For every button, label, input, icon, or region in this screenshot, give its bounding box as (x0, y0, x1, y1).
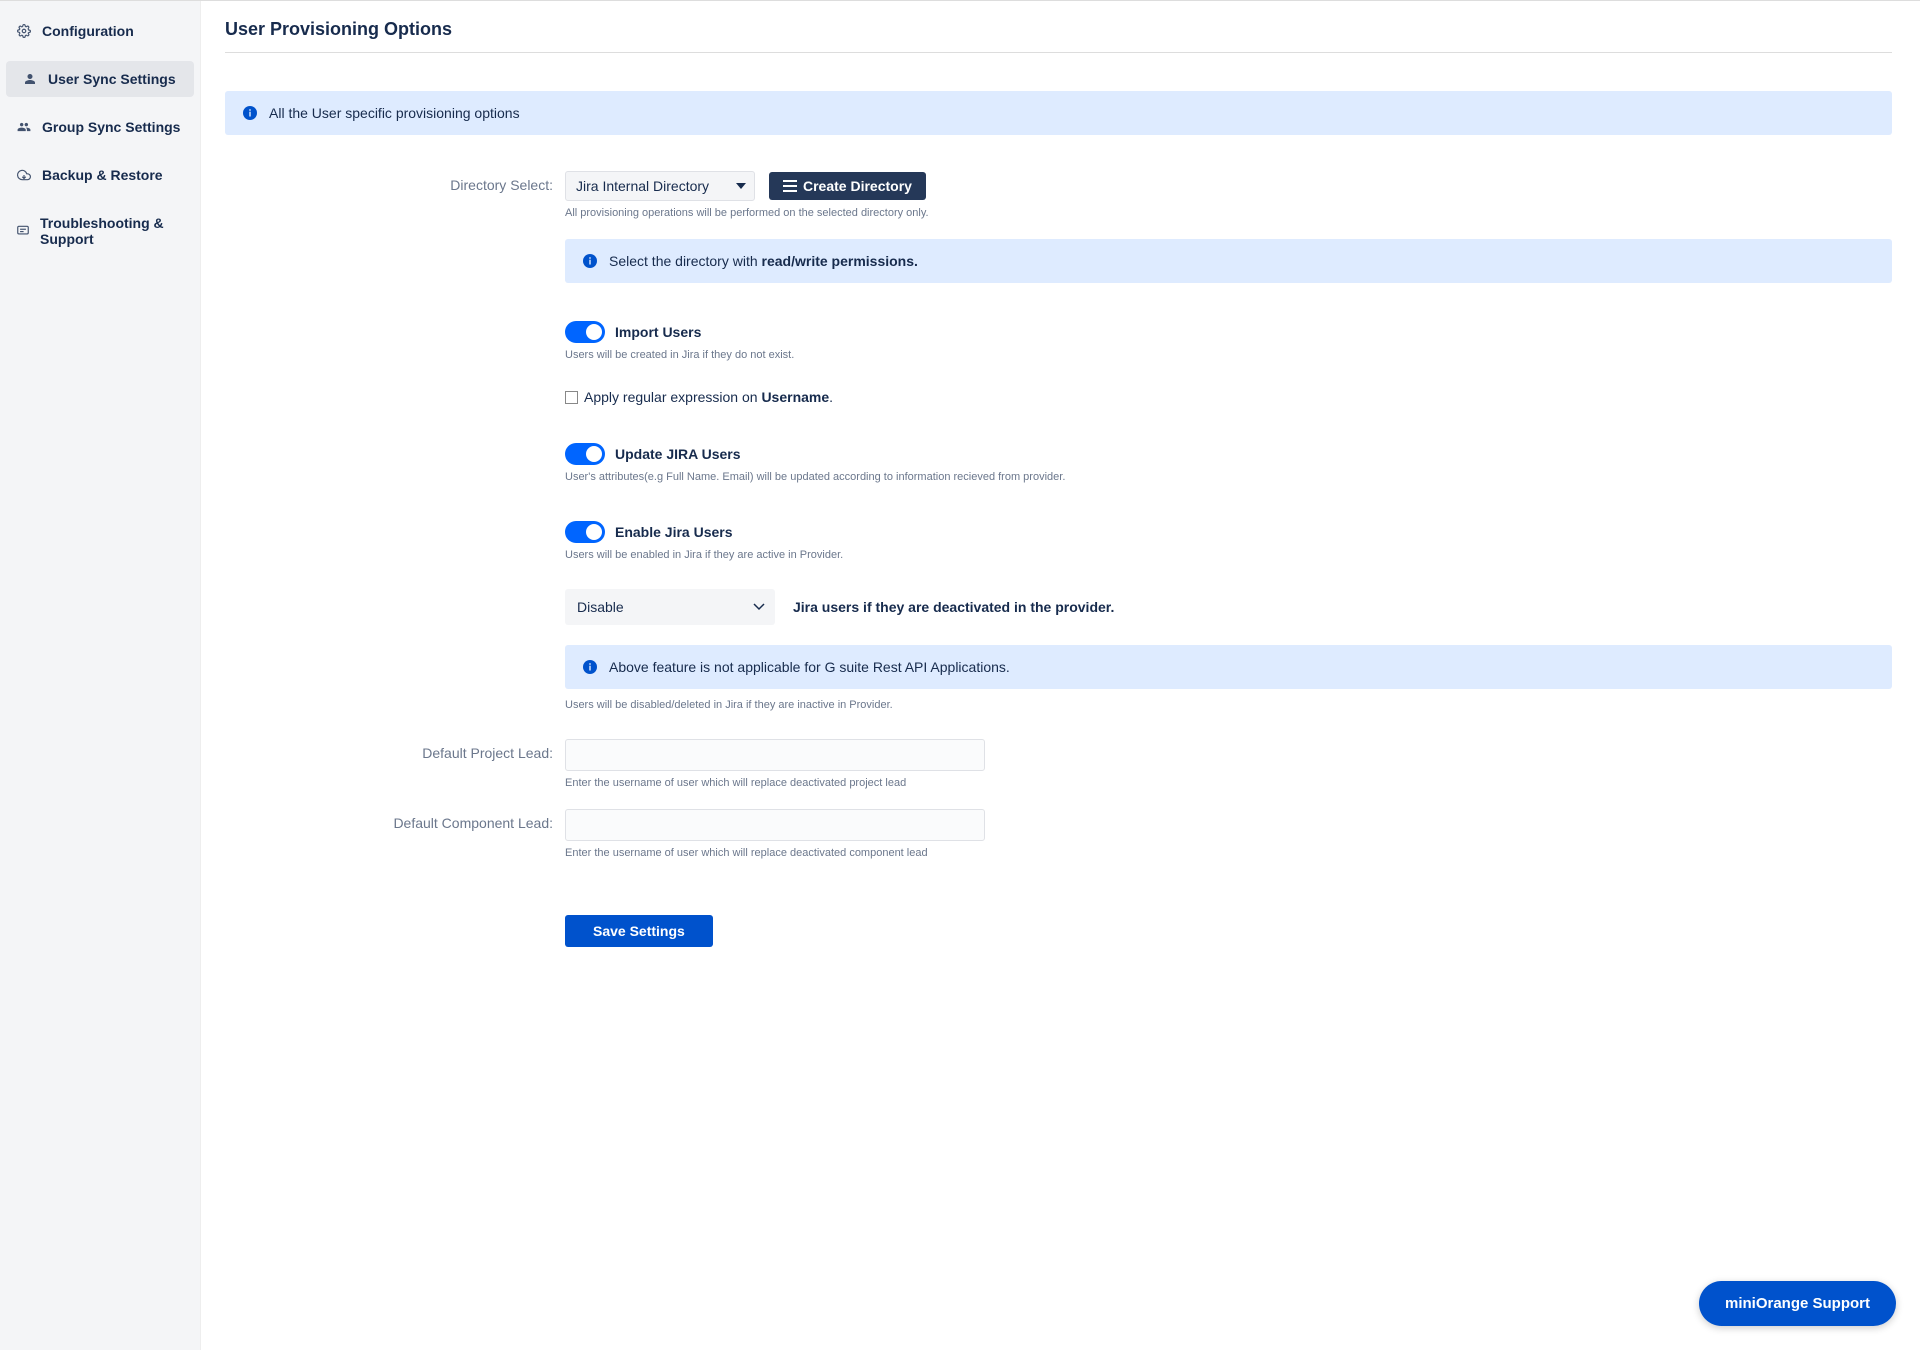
sidebar-item-label: Troubleshooting & Support (40, 215, 184, 247)
project-lead-helper: Enter the username of user which will re… (565, 777, 1892, 789)
deactivate-helper: Users will be disabled/deleted in Jira i… (565, 699, 1892, 711)
component-lead-helper: Enter the username of user which will re… (565, 847, 1892, 859)
sidebar-item-label: User Sync Settings (48, 71, 176, 87)
sidebar-item-user-sync[interactable]: User Sync Settings (6, 61, 194, 97)
info-banner-gsuite: Above feature is not applicable for G su… (565, 645, 1892, 689)
directory-helper: All provisioning operations will be perf… (565, 207, 1892, 219)
banner-text: Select the directory with read/write per… (609, 253, 918, 269)
project-lead-label: Default Project Lead: (225, 739, 565, 789)
update-users-label: Update JIRA Users (615, 446, 741, 462)
deactivate-action-select[interactable]: Disable (565, 589, 775, 625)
project-lead-input[interactable] (565, 739, 985, 771)
info-icon (583, 660, 597, 674)
info-icon (583, 254, 597, 268)
regex-label: Apply regular expression on Username. (584, 389, 833, 405)
deactivate-action-value: Disable (577, 599, 624, 615)
support-button[interactable]: miniOrange Support (1699, 1281, 1896, 1326)
sidebar-item-label: Backup & Restore (42, 167, 163, 183)
sidebar: Configuration User Sync Settings Group S… (0, 1, 200, 1350)
users-icon (16, 119, 32, 135)
sidebar-item-label: Group Sync Settings (42, 119, 180, 135)
banner-text: All the User specific provisioning optio… (269, 105, 520, 121)
regex-checkbox[interactable] (565, 391, 578, 404)
enable-users-toggle[interactable] (565, 521, 605, 543)
save-settings-button[interactable]: Save Settings (565, 915, 713, 947)
deactivate-text: Jira users if they are deactivated in th… (793, 599, 1114, 615)
enable-users-helper: Users will be enabled in Jira if they ar… (565, 549, 1892, 561)
info-banner-top: All the User specific provisioning optio… (225, 91, 1892, 135)
import-users-helper: Users will be created in Jira if they do… (565, 349, 1892, 361)
update-users-helper: User's attributes(e.g Full Name. Email) … (565, 471, 1892, 483)
gear-icon (16, 23, 32, 39)
component-lead-input[interactable] (565, 809, 985, 841)
sidebar-item-label: Configuration (42, 23, 134, 39)
create-directory-label: Create Directory (803, 178, 912, 194)
main-content: User Provisioning Options All the User s… (200, 1, 1920, 1350)
menu-icon (783, 180, 797, 192)
page-title: User Provisioning Options (225, 19, 1892, 53)
sidebar-item-configuration[interactable]: Configuration (0, 13, 200, 49)
enable-users-label: Enable Jira Users (615, 524, 733, 540)
update-users-toggle[interactable] (565, 443, 605, 465)
chevron-down-icon (736, 183, 746, 189)
user-icon (22, 71, 38, 87)
directory-select-label: Directory Select: (225, 171, 565, 283)
info-icon (243, 106, 257, 120)
import-users-toggle[interactable] (565, 321, 605, 343)
banner-text: Above feature is not applicable for G su… (609, 659, 1010, 675)
cloud-download-icon (16, 167, 32, 183)
component-lead-label: Default Component Lead: (225, 809, 565, 859)
chat-icon (16, 223, 30, 239)
directory-select[interactable]: Jira Internal Directory (565, 171, 755, 201)
create-directory-button[interactable]: Create Directory (769, 172, 926, 200)
sidebar-item-troubleshooting[interactable]: Troubleshooting & Support (0, 205, 200, 257)
chevron-down-icon (753, 603, 765, 611)
import-users-label: Import Users (615, 324, 701, 340)
info-banner-permissions: Select the directory with read/write per… (565, 239, 1892, 283)
sidebar-item-backup-restore[interactable]: Backup & Restore (0, 157, 200, 193)
sidebar-item-group-sync[interactable]: Group Sync Settings (0, 109, 200, 145)
directory-select-value: Jira Internal Directory (576, 178, 709, 194)
